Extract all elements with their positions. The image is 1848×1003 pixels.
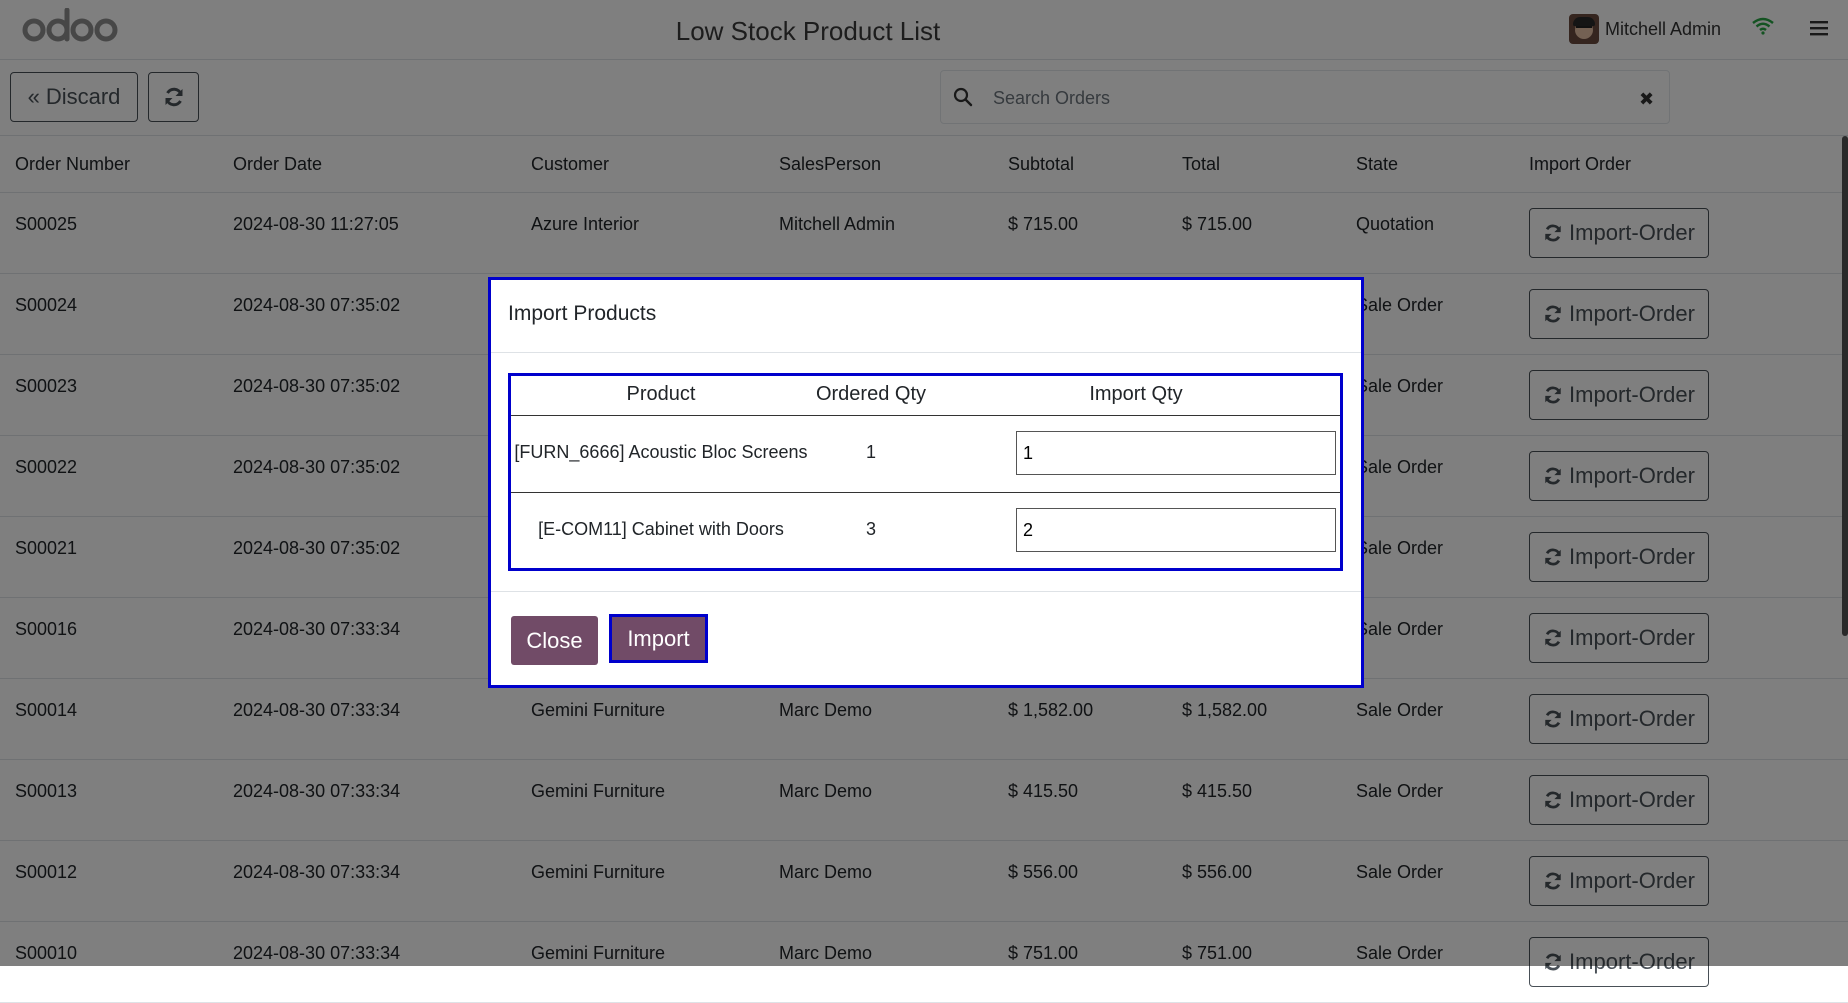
import-button[interactable]: Import [609, 614, 708, 663]
import-table-header: Product Ordered Qty Import Qty [511, 376, 1340, 416]
import-qty-input[interactable] [1016, 431, 1336, 475]
modal-footer: Close Import [491, 591, 1361, 685]
ordered-qty: 1 [865, 442, 876, 462]
product-name: [FURN_6666] Acoustic Bloc Screens [514, 442, 808, 462]
import-qty-input[interactable] [1016, 508, 1336, 552]
modal-title: Import Products [508, 302, 657, 325]
product-name: [E-COM11] Cabinet with Doors [538, 519, 784, 539]
col-product: Product [626, 383, 696, 405]
col-ordered-qty: Ordered Qty [815, 383, 927, 405]
close-button[interactable]: Close [511, 616, 598, 665]
import-line: [E-COM11] Cabinet with Doors 3 [511, 493, 1340, 570]
import-products-dialog: Import Products Product Ordered Qty Impo… [488, 277, 1364, 688]
import-line: [FURN_6666] Acoustic Bloc Screens 1 [511, 416, 1340, 493]
ordered-qty: 3 [865, 519, 876, 539]
col-import-qty: Import Qty [1089, 383, 1183, 405]
modal-header: Import Products [491, 280, 1361, 353]
import-products-table: Product Ordered Qty Import Qty [FURN_666… [508, 373, 1343, 571]
